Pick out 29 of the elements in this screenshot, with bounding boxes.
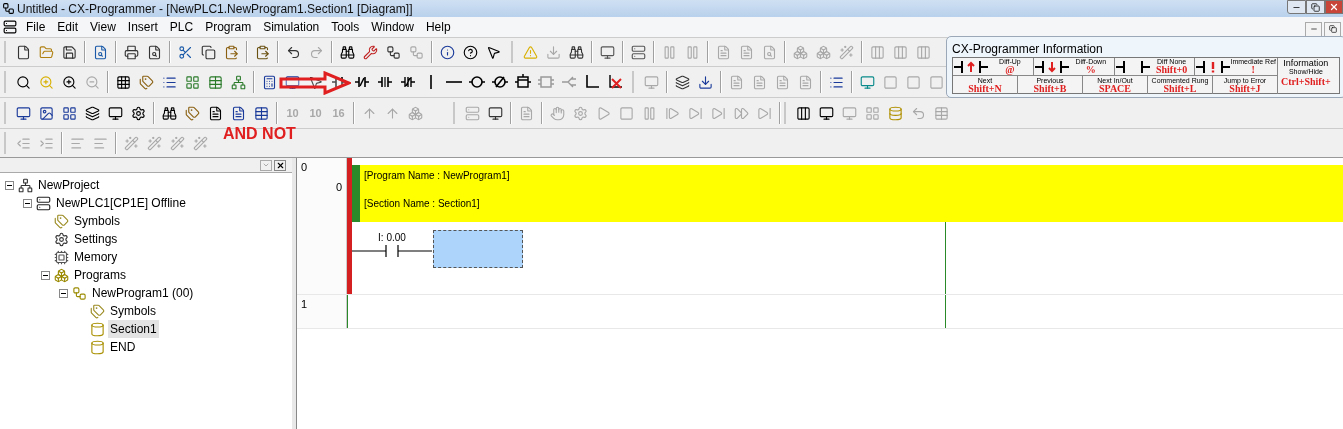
- tree-item[interactable]: Programs: [72, 266, 128, 284]
- rung-comment: [Section Name : Section1]: [364, 197, 481, 211]
- tree-item[interactable]: NewProject: [36, 176, 102, 194]
- menu-item[interactable]: View: [84, 18, 122, 36]
- tree-item[interactable]: Section1: [108, 320, 159, 338]
- tree-item[interactable]: NewPLC1[CP1E] Offline: [54, 194, 188, 212]
- contact-address: I: 0.00: [378, 231, 406, 245]
- menu-item[interactable]: Insert: [121, 18, 164, 36]
- step-number: 0: [335, 179, 342, 195]
- rung-number: 0: [301, 160, 309, 175]
- menu-item[interactable]: PLC: [163, 18, 200, 36]
- panel-title: CX-Programmer Information: [952, 41, 1104, 57]
- annotation-label: AND NOT: [223, 126, 296, 142]
- tree-item[interactable]: Symbols: [108, 302, 158, 320]
- menu-item[interactable]: Help: [419, 18, 457, 36]
- tree-item[interactable]: Symbols: [72, 212, 122, 230]
- menu-item[interactable]: Program: [199, 18, 258, 36]
- tree-item[interactable]: Memory: [72, 248, 120, 266]
- menu-item[interactable]: Simulation: [257, 18, 326, 36]
- tree-item[interactable]: NewProgram1 (00): [90, 284, 196, 302]
- tree-item[interactable]: Settings: [72, 230, 120, 248]
- rung-number: 1: [301, 297, 309, 312]
- menu-item[interactable]: File: [20, 18, 52, 36]
- window-title: Untitled - CX-Programmer - [NewPLC1.NewProgram1.Section1 [Diagram]]: [17, 0, 413, 18]
- menu-item[interactable]: Tools: [325, 18, 366, 36]
- tree-item[interactable]: END: [108, 338, 138, 356]
- rung-comment: [Program Name : NewProgram1]: [364, 169, 510, 183]
- menu-item[interactable]: Window: [365, 18, 420, 36]
- menu-item[interactable]: Edit: [51, 18, 85, 36]
